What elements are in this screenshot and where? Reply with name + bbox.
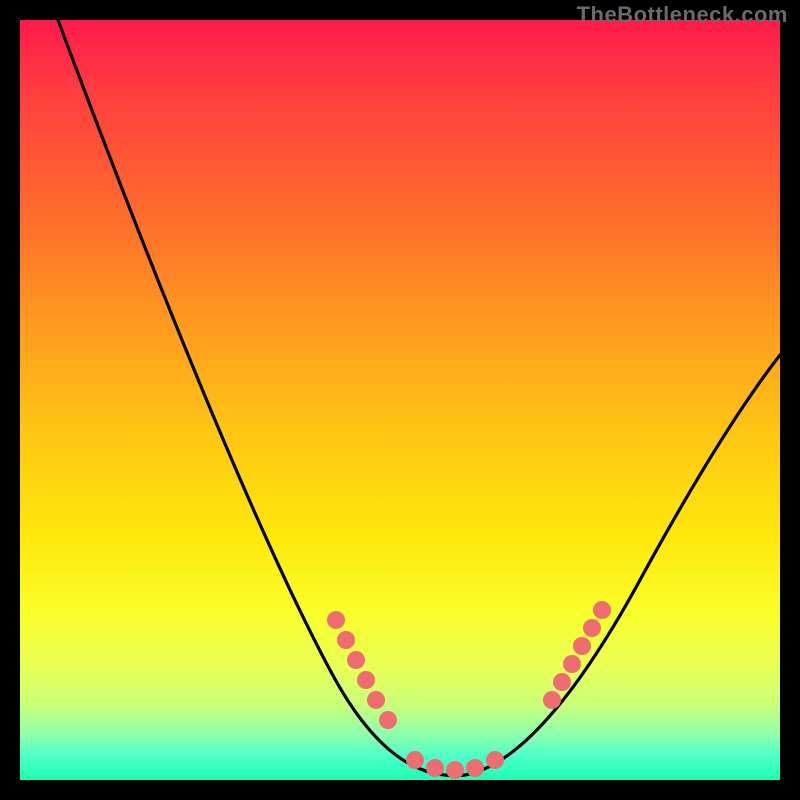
bottleneck-curve bbox=[58, 20, 780, 776]
chart-frame: TheBottleneck.com bbox=[0, 0, 800, 800]
watermark-text: TheBottleneck.com bbox=[577, 2, 788, 28]
marker-dots-right bbox=[543, 601, 611, 709]
marker-dots-left bbox=[327, 611, 397, 729]
plot-area bbox=[20, 20, 780, 780]
chart-svg bbox=[20, 20, 780, 780]
marker-dots-bottom bbox=[406, 751, 504, 779]
